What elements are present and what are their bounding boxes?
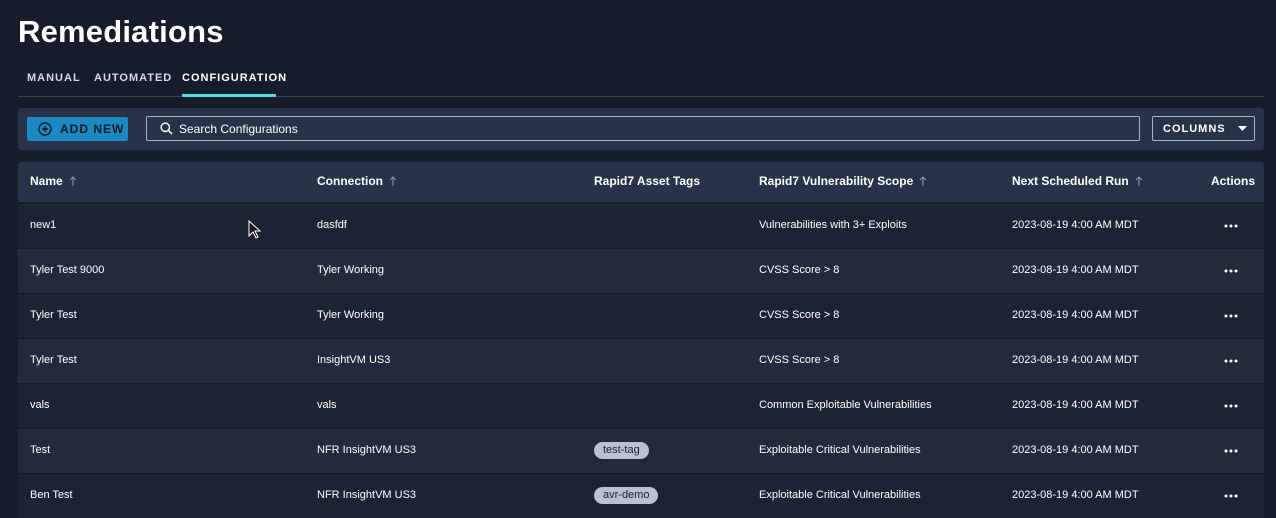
cell-next-run: 2023-08-19 4:00 AM MDT <box>1012 264 1139 276</box>
table-row[interactable]: Tyler Test Tyler Working CVSS Score > 8 … <box>18 294 1264 338</box>
asset-tag-badge: avr-demo <box>594 487 659 504</box>
cell-scope: CVSS Score > 8 <box>759 354 840 366</box>
more-horizontal-icon[interactable] <box>1224 359 1238 363</box>
cell-next-run: 2023-08-19 4:00 AM MDT <box>1012 309 1139 321</box>
columns-label: COLUMNS <box>1163 122 1226 135</box>
table-row[interactable]: Test NFR InsightVM US3 test-tag Exploita… <box>18 429 1264 473</box>
cell-connection: vals <box>317 399 337 411</box>
page-title: Remediations <box>18 14 224 49</box>
toolbar: ADD NEW COLUMNS <box>18 108 1264 150</box>
asset-tag-badge: test-tag <box>594 442 649 459</box>
more-horizontal-icon[interactable] <box>1224 224 1238 228</box>
cell-name: Tyler Test <box>30 309 77 321</box>
add-new-button[interactable]: ADD NEW <box>27 117 128 141</box>
sort-arrow-up-icon <box>69 176 77 186</box>
cell-connection: Tyler Working <box>317 264 385 276</box>
cell-connection: InsightVM US3 <box>317 354 391 366</box>
cell-name: Tyler Test <box>30 354 77 366</box>
cell-name: Ben Test <box>30 489 73 501</box>
sort-arrow-up-icon <box>1135 176 1143 186</box>
more-horizontal-icon[interactable] <box>1224 494 1238 498</box>
add-new-label: ADD NEW <box>60 122 125 136</box>
table-row[interactable]: Tyler Test InsightVM US3 CVSS Score > 8 … <box>18 339 1264 383</box>
column-header-asset-tags: Rapid7 Asset Tags <box>594 174 701 188</box>
columns-button[interactable]: COLUMNS <box>1152 116 1255 141</box>
search-input[interactable] <box>179 121 1079 136</box>
cell-scope: Exploitable Critical Vulnerabilities <box>759 489 921 501</box>
cell-next-run: 2023-08-19 4:00 AM MDT <box>1012 489 1139 501</box>
cell-connection: NFR InsightVM US3 <box>317 489 417 501</box>
cell-scope: CVSS Score > 8 <box>759 309 840 321</box>
column-header-name[interactable]: Name <box>30 174 77 188</box>
column-header-actions: Actions <box>1211 174 1256 188</box>
table-row[interactable]: vals vals Common Exploitable Vulnerabili… <box>18 384 1264 428</box>
cell-name: vals <box>30 399 50 411</box>
tab-manual[interactable]: MANUAL <box>27 72 81 84</box>
cell-connection: Tyler Working <box>317 309 385 321</box>
plus-circle-icon <box>38 122 52 136</box>
more-horizontal-icon[interactable] <box>1224 404 1238 408</box>
more-horizontal-icon[interactable] <box>1224 449 1238 453</box>
column-header-connection[interactable]: Connection <box>317 174 397 188</box>
active-tab-indicator <box>182 94 276 97</box>
cell-scope: CVSS Score > 8 <box>759 264 840 276</box>
sort-arrow-up-icon <box>389 176 397 186</box>
search-icon <box>160 122 173 135</box>
cell-name: new1 <box>30 219 57 231</box>
table-header: Name Connection Rapid7 Asset Tags Rapid7… <box>18 162 1264 203</box>
more-horizontal-icon[interactable] <box>1224 314 1238 318</box>
cell-name: Test <box>30 444 51 456</box>
cell-next-run: 2023-08-19 4:00 AM MDT <box>1012 219 1139 231</box>
more-horizontal-icon[interactable] <box>1224 269 1238 273</box>
configurations-table: Name Connection Rapid7 Asset Tags Rapid7… <box>18 162 1264 518</box>
cell-scope: Vulnerabilities with 3+ Exploits <box>759 219 907 231</box>
column-header-vulnerability-scope[interactable]: Rapid7 Vulnerability Scope <box>759 174 927 188</box>
sort-arrow-up-icon <box>919 176 927 186</box>
mouse-pointer-icon <box>248 220 262 239</box>
tab-bar: MANUAL AUTOMATED CONFIGURATION <box>18 64 1264 97</box>
cell-next-run: 2023-08-19 4:00 AM MDT <box>1012 354 1139 366</box>
cell-scope: Exploitable Critical Vulnerabilities <box>759 444 921 456</box>
cell-next-run: 2023-08-19 4:00 AM MDT <box>1012 399 1139 411</box>
cell-next-run: 2023-08-19 4:00 AM MDT <box>1012 444 1139 456</box>
column-header-next-run[interactable]: Next Scheduled Run <box>1012 174 1143 188</box>
table-row[interactable]: new1 dasfdf Vulnerabilities with 3+ Expl… <box>18 204 1264 248</box>
tab-automated[interactable]: AUTOMATED <box>94 72 172 84</box>
cell-connection: NFR InsightVM US3 <box>317 444 417 456</box>
cell-connection: dasfdf <box>317 219 347 231</box>
chevron-down-icon <box>1237 126 1247 131</box>
table-row[interactable]: Tyler Test 9000 Tyler Working CVSS Score… <box>18 249 1264 293</box>
cell-name: Tyler Test 9000 <box>30 264 105 276</box>
table-row[interactable]: Ben Test NFR InsightVM US3 avr-demo Expl… <box>18 474 1264 518</box>
cell-scope: Common Exploitable Vulnerabilities <box>759 399 932 411</box>
tab-configuration[interactable]: CONFIGURATION <box>182 72 287 84</box>
search-box <box>146 116 1140 141</box>
